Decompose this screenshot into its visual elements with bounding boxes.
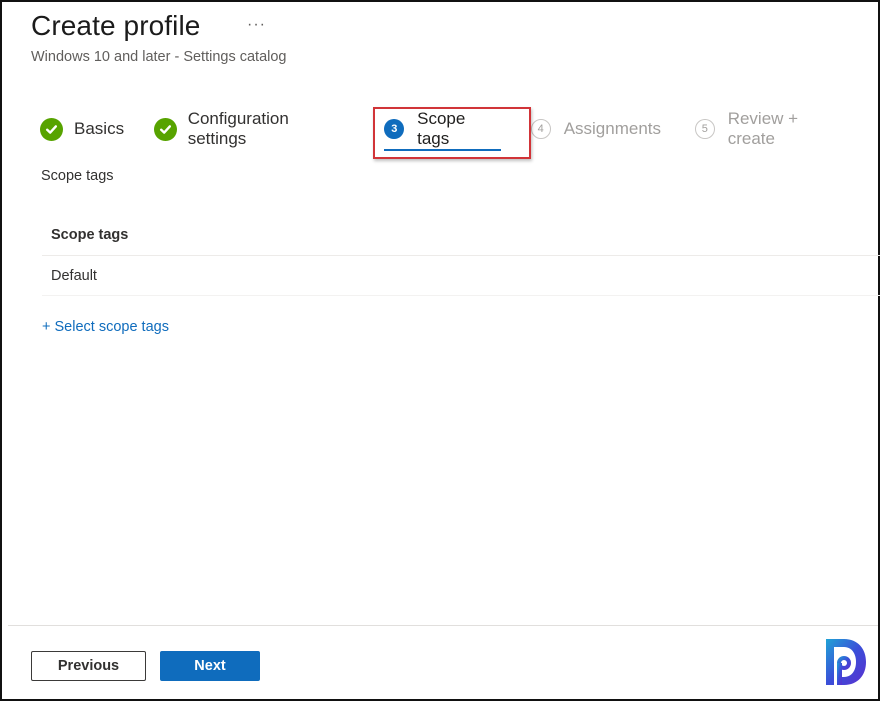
previous-button[interactable]: Previous <box>31 651 146 681</box>
footer-divider <box>8 625 878 626</box>
watermark-logo-icon <box>826 639 866 685</box>
step-number-badge: 5 <box>695 119 715 139</box>
next-button[interactable]: Next <box>160 651 260 681</box>
tab-label: Configuration settings <box>187 109 289 148</box>
select-scope-tags-link[interactable]: + Select scope tags <box>42 319 169 335</box>
tab-configuration-settings[interactable]: Configuration settings <box>154 109 349 148</box>
page-title: Create profile <box>31 10 201 41</box>
section-label: Scope tags <box>41 168 114 184</box>
table-header: Scope tags <box>42 214 880 256</box>
create-profile-blade: Create profile ··· Windows 10 and later … <box>0 0 880 701</box>
check-circle-icon <box>154 117 177 141</box>
tab-assignments[interactable]: 4 Assignments <box>530 114 662 144</box>
tab-review-create[interactable]: 5 Review + create <box>695 109 848 148</box>
more-options-button[interactable]: ··· <box>247 16 266 34</box>
check-circle-icon <box>40 117 63 141</box>
tab-label: Review + create <box>727 109 799 148</box>
table-row[interactable]: Default <box>42 256 880 296</box>
annotation-highlight-box <box>373 107 531 159</box>
tab-basics[interactable]: Basics <box>40 114 124 144</box>
scope-tags-table: Scope tags Default <box>42 214 880 296</box>
page-subtitle: Windows 10 and later - Settings catalog <box>31 49 287 65</box>
tab-label: Assignments <box>563 119 662 138</box>
step-number-badge: 4 <box>530 119 551 139</box>
tab-label: Basics <box>74 119 125 138</box>
